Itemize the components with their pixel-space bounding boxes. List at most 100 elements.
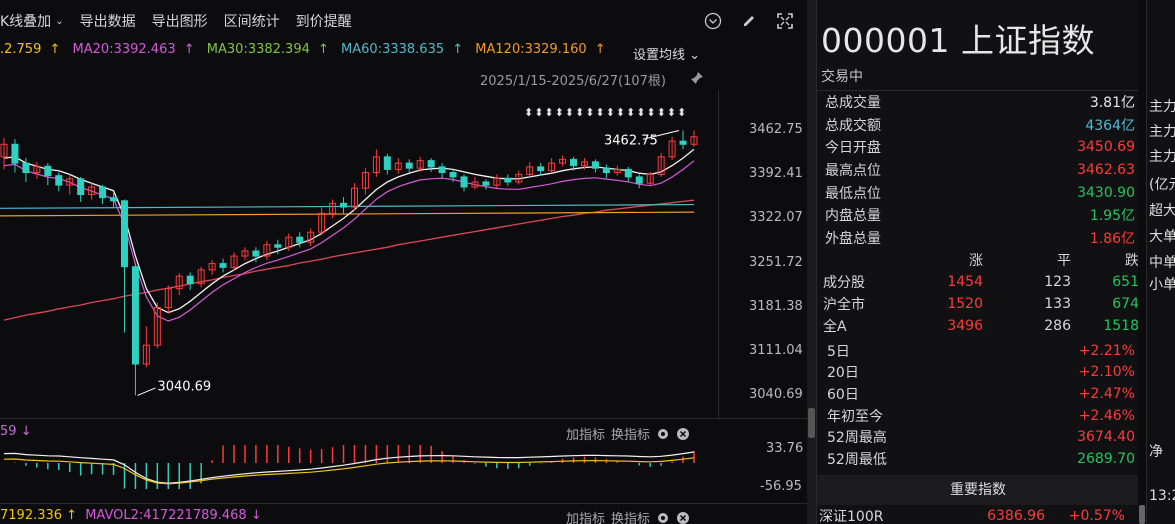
candle-body	[438, 166, 446, 174]
price-alert-button[interactable]: 到价提醒	[296, 11, 352, 31]
ma120-series	[3, 199, 695, 321]
candle-body	[99, 186, 107, 199]
close-icon[interactable]	[676, 511, 690, 524]
price-tick: 3181.38	[749, 298, 803, 314]
candle-body	[482, 181, 490, 186]
candle-body	[296, 236, 304, 243]
ma-legend: .2.759 ↑ MA20:3392.463 ↑ MA30:3382.394 ↑…	[0, 42, 614, 62]
ma-settings-dropdown[interactable]: 设置均线 ⌄	[633, 44, 700, 63]
candle-body	[252, 250, 260, 257]
chevron-down-icon: ⌄	[55, 15, 64, 27]
add-indicator-button[interactable]: 加指标	[566, 508, 605, 524]
perf-value: +2.47%	[1078, 385, 1135, 402]
date-range-label: 2025/1/15-2025/6/27(107根)	[480, 74, 666, 89]
low-label: 3040.69	[157, 379, 211, 394]
signal-arrow: ⬍	[677, 106, 686, 119]
kline-overlay-dropdown[interactable]: K线叠加 ⌄	[0, 11, 64, 31]
export-data-button[interactable]: 导出数据	[80, 11, 136, 31]
chart-toolbar: K线叠加 ⌄ 导出数据 导出图形 区间统计 到价提醒	[0, 0, 808, 42]
fullscreen-icon[interactable]	[776, 12, 794, 30]
export-chart-button[interactable]: 导出图形	[152, 11, 208, 31]
perf-label: 5日	[827, 343, 850, 360]
candle-body	[110, 197, 118, 202]
pen-icon[interactable]	[740, 12, 758, 30]
signal-arrow: ⬍	[524, 106, 533, 119]
signal-arrow: ⬍	[606, 106, 615, 119]
stat-row: 内盘总量 1.95亿	[817, 204, 1139, 227]
signal-arrow: ⬍	[575, 106, 584, 119]
breadth-cell: 成分股	[823, 275, 865, 291]
sub-axis-max: 33.76	[766, 441, 804, 456]
perf-label: 52周最低	[827, 451, 887, 468]
volume-subchart[interactable]: 7192.336 ↑ MAVOL2:417221789.468 ↓ 加指标 换指…	[0, 503, 808, 524]
index-change: +0.57%	[1068, 508, 1125, 524]
collapse-circle-icon[interactable]	[704, 12, 722, 30]
pin-icon[interactable]	[690, 71, 704, 85]
info-scrollbar[interactable]	[1138, 0, 1146, 524]
scrollbar-thumb[interactable]	[1139, 505, 1145, 524]
signal-arrow: ⬍	[544, 106, 553, 119]
breadth-cell: 全A	[823, 319, 847, 335]
stock-title: 000001 上证指数	[821, 21, 1095, 60]
dea-series	[3, 457, 695, 485]
perf-row: 60日 +2.47%	[817, 383, 1139, 405]
signal-arrow: ⬍	[626, 106, 635, 119]
candlestick-plot[interactable]: 3462.753040.69⬍ ⬍ ⬍ ⬍ ⬍ ⬍ ⬍ ⬍ ⬍ ⬍ ⬍ ⬍ ⬍ ⬍ ⬍ ⬍	[0, 90, 718, 420]
ma60-value: MA60:3338.635 ↑	[341, 42, 464, 57]
candle-body	[55, 175, 63, 186]
candle-body	[131, 266, 139, 365]
price-tick: 3462.75	[749, 122, 803, 137]
stat-value: 1.86亿	[1089, 230, 1135, 247]
breadth-row: 成分股 1454 123 651	[817, 271, 1139, 293]
candle-body	[340, 202, 348, 208]
index-value: 6386.96	[987, 508, 1045, 524]
performance-stats: 5日 +2.21% 20日 +2.10% 60日 +2.47% 年初至今 +2.46% 52周最…	[817, 340, 1139, 470]
breadth-header: 涨 平 跌	[969, 253, 1139, 269]
perf-label: 年初至今	[827, 408, 883, 425]
breadth-row: 沪全市 1520 133 674	[817, 293, 1139, 315]
kline-chart-area[interactable]: K线叠加 ⌄ 导出数据 导出图形 区间统计 到价提醒 .2.759 ↑ MA20…	[0, 0, 808, 524]
stat-row: 最低点位 3430.90	[817, 181, 1139, 204]
stat-label: 最低点位	[825, 185, 881, 202]
stat-value: 3430.90	[1077, 184, 1135, 201]
perf-label: 52周最高	[827, 430, 887, 447]
ma5-series	[3, 148, 695, 314]
breadth-cell: 123	[1044, 274, 1071, 290]
range-stats-button[interactable]: 区间统计	[224, 11, 280, 31]
scrollbar-thumb[interactable]	[808, 408, 815, 438]
breadth-cell: 133	[1044, 296, 1071, 312]
price-tick: 3322.07	[749, 210, 803, 226]
kline-overlay-label: K线叠加	[0, 14, 52, 30]
market-breadth: 涨 平 跌 成分股 1454 123 651 沪全市 1520 133 674 全A 3496 28…	[817, 249, 1139, 337]
signal-arrow: ⬍	[585, 106, 594, 119]
ma20-series	[3, 160, 695, 322]
stat-row: 总成交量 3.81亿	[817, 91, 1139, 114]
stat-label: 总成交额	[825, 117, 881, 134]
volume-legend: 7192.336 ↑ MAVOL2:417221789.468 ↓	[0, 508, 262, 523]
sub-axis-min: -56.95	[760, 479, 802, 494]
perf-row: 52周最高 3674.40	[817, 426, 1139, 448]
fund-flow-label: 中单	[1149, 255, 1175, 271]
switch-indicator-button[interactable]: 换指标	[611, 508, 650, 524]
candle-body	[383, 156, 391, 170]
candle-body	[274, 244, 282, 248]
mavol2-value: MAVOL2:417221789.468 ↓	[85, 508, 262, 523]
breadth-cell: 286	[1044, 318, 1071, 334]
price-tick: 3392.41	[749, 166, 803, 182]
volume-tools: 加指标 换指标	[566, 508, 690, 524]
signal-arrow: ⬍	[636, 106, 645, 119]
gear-icon[interactable]	[656, 511, 670, 524]
fund-flow-label: 主力	[1149, 149, 1175, 165]
breadth-cell: 沪全市	[823, 297, 865, 313]
indicator-subchart[interactable]: 59 ↓ 加指标 换指标 33.76 -56.95	[0, 418, 808, 504]
candle-body	[22, 162, 30, 174]
fund-flow-label: 净	[1149, 444, 1163, 460]
chart-scrollbar[interactable]	[807, 0, 816, 524]
index-row[interactable]: 深证100R 6386.96 +0.57%	[817, 508, 1139, 524]
candle-body	[635, 176, 643, 184]
fund-flow-label: 大单	[1149, 229, 1175, 245]
high-label: 3462.75	[604, 133, 658, 148]
candle-body	[624, 168, 632, 178]
important-indices-header[interactable]: 重要指数	[817, 475, 1139, 505]
signal-arrow: ⬍	[646, 106, 655, 119]
